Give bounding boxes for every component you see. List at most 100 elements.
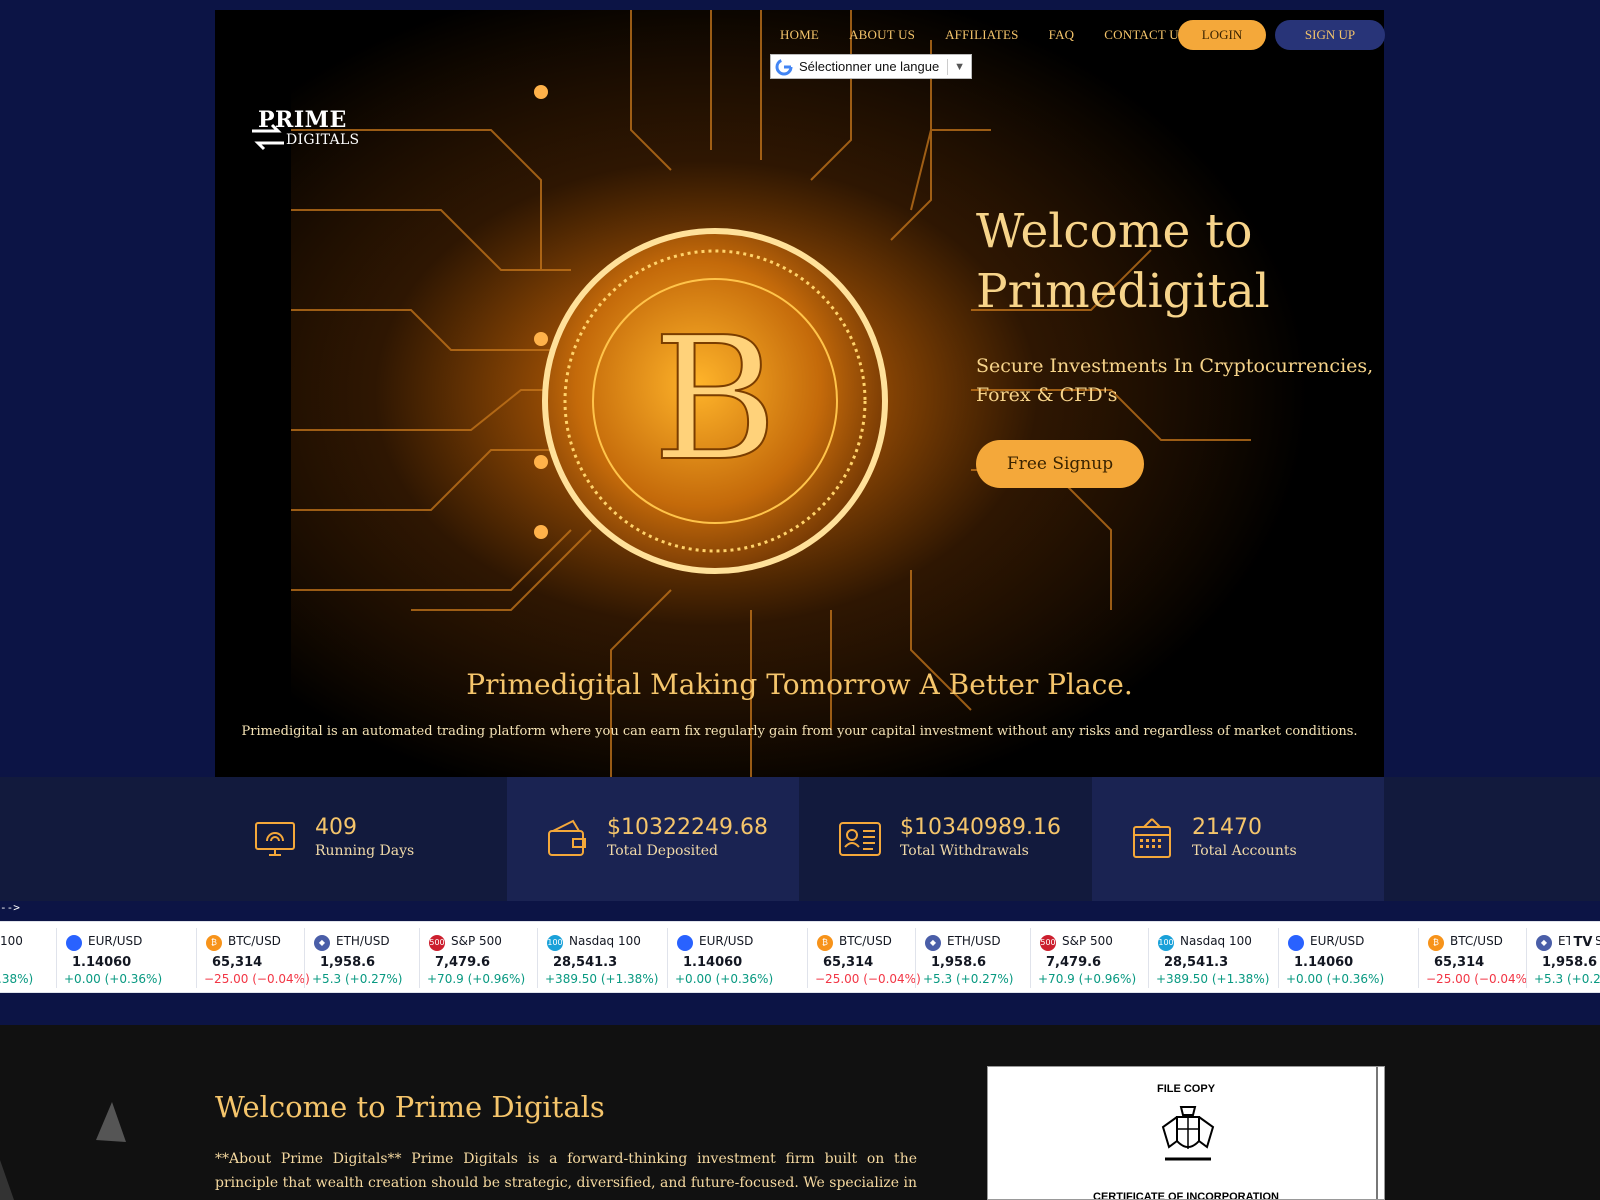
eu-us-flag-icon — [66, 935, 82, 951]
stat-total-accounts: 21470 Total Accounts — [1092, 777, 1384, 901]
ticker-symbol: EUR/USD — [1310, 934, 1365, 948]
free-signup-button[interactable]: Free Signup — [976, 440, 1144, 488]
brand-logo[interactable]: PRIME DIGITALS — [248, 107, 360, 153]
ticker-item[interactable]: ₿ BTC/USD 65,314 −25.00 (−0.04%) — [809, 922, 921, 992]
hero-tagline: Primedigital Making Tomorrow A Better Pl… — [466, 668, 1133, 701]
ticker-item[interactable]: EUR/USD 1.14060 +0.00 (+0.36%) — [669, 922, 809, 992]
bitcoin-icon: ₿ — [1428, 935, 1444, 951]
language-divider — [947, 58, 949, 75]
ticker-divider — [807, 928, 808, 988]
about-text: **About Prime Digitals** Prime Digitals … — [215, 1151, 917, 1200]
ticker-item[interactable]: 500 S&P 500 7,479.6 +70.9 (+0.96%) — [1032, 922, 1150, 992]
ethereum-icon: ◆ — [314, 935, 330, 951]
ticker-value: 1.14060 — [1294, 955, 1354, 970]
calendar-board-icon — [1133, 818, 1171, 858]
ticker-symbol: 100 — [0, 934, 23, 948]
ticker-divider — [196, 928, 197, 988]
language-selector[interactable]: Sélectionner une langue ▼ — [770, 54, 972, 79]
nav-contact-us[interactable]: CONTACT US — [1104, 27, 1186, 43]
ticker-change: −25.00 (−0.04%) — [815, 972, 921, 986]
monitor-icon — [255, 822, 295, 856]
stat-running-days: 409 Running Days — [215, 777, 507, 901]
stat-total-deposited: $10322249.68 Total Deposited — [507, 777, 799, 901]
certificate-image[interactable]: FILE COPY CERTIFICATE OF INCORPORATION — [987, 1066, 1385, 1200]
stat-label: Total Withdrawals — [900, 843, 1029, 859]
google-icon — [775, 58, 793, 75]
royal-crest-icon — [1161, 1106, 1215, 1161]
dropdown-arrow-icon: ▼ — [954, 60, 965, 73]
ticker-item[interactable]: 500 S&P 500 7,479.6 +70.9 (+0.96%) — [421, 922, 539, 992]
ticker-change: +389.50 (+1.38%) — [1156, 972, 1270, 986]
ticker-value: 1,958.6 — [931, 955, 987, 970]
about-title: Welcome to Prime Digitals — [215, 1090, 605, 1124]
ethereum-icon: ◆ — [925, 935, 941, 951]
ticker-item[interactable]: EUR/USD 1.14060 +0.00 (+0.36%) — [58, 922, 198, 992]
nav-about-us[interactable]: ABOUT US — [849, 27, 915, 43]
stat-value: 21470 — [1192, 815, 1262, 840]
language-selector-label: Sélectionner une langue — [799, 59, 940, 74]
ticker-item[interactable]: ₿ BTC/USD 65,314 −25.00 (−0.04%) — [198, 922, 310, 992]
stat-label: Total Accounts — [1192, 843, 1297, 859]
stat-value: $1034098​9.16 — [900, 815, 1061, 840]
ticker-symbol: Nasdaq 100 — [569, 934, 641, 948]
ticker-item[interactable]: ₿ BTC/USD 65,314 −25.00 (−0.04% — [1420, 922, 1528, 992]
nasdaq-icon: 100 — [1158, 935, 1174, 951]
ticker-item[interactable]: 100 Nasdaq 100 28,541.3 +389.50 (+1.38%) — [1150, 922, 1280, 992]
certificate-file-copy: FILE COPY — [1156, 1083, 1216, 1095]
ticker-change: −25.00 (−0.04%) — [204, 972, 310, 986]
ticker-value: 65,314 — [212, 955, 263, 970]
stat-label: Total Deposited — [607, 843, 719, 859]
hero-title: Welcome to Primedigital — [976, 204, 1270, 319]
ticker-value: 28,541.3 — [1164, 955, 1229, 970]
id-card-icon — [839, 822, 881, 856]
eu-us-flag-icon — [1288, 935, 1304, 951]
ticker-change: +5.3 (+0.27%) — [1534, 972, 1600, 986]
ticker-symbol: S&P 500 — [1062, 934, 1113, 948]
ticker-value: 1,958.6 — [1542, 955, 1598, 970]
ticker-symbol: EUR/USD — [699, 934, 754, 948]
login-button[interactable]: LOGIN — [1178, 20, 1266, 50]
ticker-item[interactable]: ◆ ETH/USD 1,958.6 +5.3 (+0.27%) — [917, 922, 1032, 992]
ticker-item[interactable]: ◆ ETH/USD 1,958.6 +5.3 (+0.27%) — [306, 922, 421, 992]
ticker-value: 65,314 — [1434, 955, 1485, 970]
ticker-divider — [1278, 928, 1279, 988]
ticker-value: 1,958.6 — [320, 955, 376, 970]
sp500-icon: 500 — [1040, 935, 1056, 951]
stat-total-withdrawals: $1034098​9.16 Total Withdrawals — [800, 777, 1092, 901]
bitcoin-icon: ₿ — [817, 935, 833, 951]
ticker-value: 1.14060 — [72, 955, 132, 970]
ticker-divider — [304, 928, 305, 988]
ticker-item[interactable]: 100 .38%) — [0, 922, 58, 992]
ticker-symbol: BTC/USD — [1450, 934, 1503, 948]
nav-faq[interactable]: FAQ — [1049, 27, 1075, 43]
nav-home[interactable]: HOME — [780, 27, 819, 43]
ticker-divider — [1030, 928, 1031, 988]
ticker-change: −25.00 (−0.04% — [1426, 972, 1528, 986]
ticker-change: +70.9 (+0.96%) — [427, 972, 526, 986]
sp500-icon: 500 — [429, 935, 445, 951]
signup-button[interactable]: SIGN UP — [1275, 20, 1385, 50]
ticker-change: +0.00 (+0.36%) — [1286, 972, 1385, 986]
ticker-value: 1.14060 — [683, 955, 743, 970]
nav-affiliates[interactable]: AFFILIATES — [945, 27, 1019, 43]
ticker-item[interactable]: 100 Nasdaq 100 28,541.3 +389.50 (+1.38%) — [539, 922, 669, 992]
brand-line2: DIGITALS — [286, 132, 360, 148]
ticker-divider — [1148, 928, 1149, 988]
ticker-value: 7,479.6 — [435, 955, 491, 970]
ticker-value: 28,541.3 — [553, 955, 618, 970]
stat-label: Running Days — [315, 843, 415, 859]
ticker-symbol: EUR/USD — [88, 934, 143, 948]
stat-value: 409 — [315, 815, 357, 840]
ticker-change: +0.00 (+0.36%) — [675, 972, 774, 986]
market-ticker-tape[interactable]: 100 .38%) EUR/USD 1.14060 +0.00 (+0.36%) ₿ BTC… — [0, 921, 1600, 993]
ticker-item[interactable]: EUR/USD 1.14060 +0.00 (+0.36%) — [1280, 922, 1420, 992]
ticker-divider — [419, 928, 420, 988]
certificate-edge — [1376, 1067, 1378, 1199]
tradingview-logo-icon[interactable]: TV — [1570, 932, 1596, 954]
ticker-symbol: BTC/USD — [228, 934, 281, 948]
hero-description: Primedigital is an automated trading pla… — [241, 724, 1358, 739]
ethereum-icon: ◆ — [1536, 935, 1552, 951]
ticker-divider — [1418, 928, 1419, 988]
ticker-change: +5.3 (+0.27%) — [923, 972, 1014, 986]
ticker-divider — [56, 928, 57, 988]
